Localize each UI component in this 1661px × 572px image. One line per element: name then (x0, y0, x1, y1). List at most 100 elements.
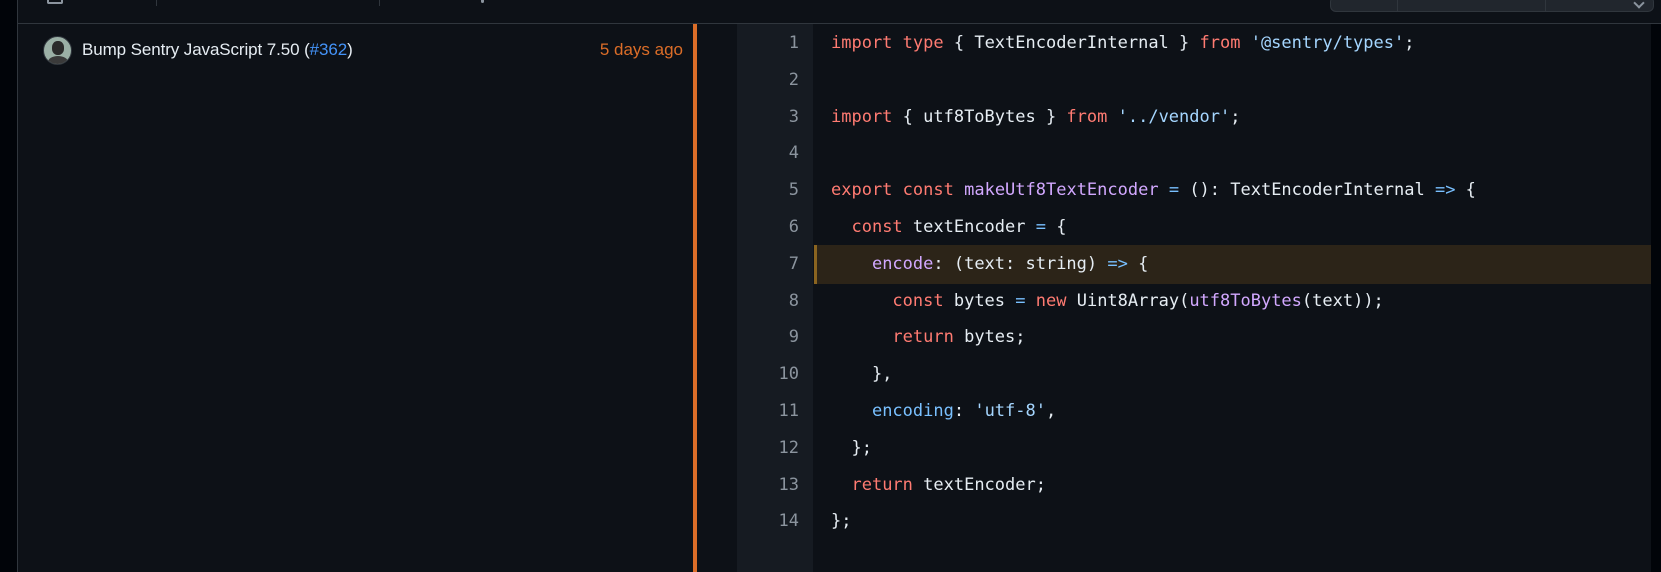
code-line-content: }; (814, 429, 1651, 468)
code-line: 1 import type { TextEncoderInternal } fro… (737, 24, 1651, 63)
code-token: { (1455, 180, 1476, 201)
file-header-bar (17, 0, 1661, 24)
code-token: : (953, 401, 975, 421)
code-line: 2 (737, 61, 1651, 100)
code-line-content: export const makeUtf8TextEncoder = (): T… (814, 171, 1651, 210)
code-line-content: encode: (text: string) => { (814, 244, 1651, 284)
code-token: { utf8ToBytes } (892, 106, 1067, 127)
code-token: const (851, 217, 903, 237)
line-number[interactable]: 3 (737, 98, 799, 137)
commit-message-text: Bump Sentry JavaScript 7.50 ( (82, 40, 310, 59)
code-line: 8 const bytes = new Uint8Array(utf8ToByt… (737, 282, 1651, 321)
code-token: { (1045, 217, 1067, 237)
code-line: 4 (737, 134, 1651, 173)
line-number[interactable]: 6 (737, 208, 799, 247)
code-token: const (892, 290, 944, 311)
code-line-content: const bytes = new Uint8Array(utf8ToBytes… (814, 282, 1651, 321)
chevron-icon[interactable] (481, 0, 484, 3)
code-token: '../vendor' (1117, 106, 1231, 127)
code-token: from (1066, 106, 1108, 127)
code-token: = (1168, 180, 1180, 201)
code-token: ; (1230, 106, 1241, 127)
line-number[interactable]: 14 (737, 502, 799, 541)
code-token: encoding (871, 401, 954, 421)
code-token: import (831, 106, 893, 127)
code-line-content: }; (814, 502, 1651, 541)
line-number[interactable]: 10 (737, 355, 799, 394)
code-token: { TextEncoderInternal } (943, 33, 1200, 53)
code-token: '@sentry/types' (1250, 33, 1405, 53)
code-line: 9 return bytes; (737, 318, 1651, 357)
line-number[interactable]: 1 (737, 24, 799, 63)
code-token: (text)); (1301, 290, 1384, 311)
blame-view: Bump Sentry JavaScript 7.50 (#362) 5 day… (0, 0, 1661, 572)
code-line-content: return bytes; (814, 318, 1651, 357)
avatar-body (48, 56, 68, 64)
commit-message-suffix: ) (347, 40, 353, 59)
code-line-content: import type { TextEncoderInternal } from… (814, 24, 1651, 63)
code-token: => (1107, 253, 1128, 274)
code-token: textEncoder; (912, 474, 1046, 495)
code-token: encode (871, 253, 934, 274)
code-token: { (1127, 253, 1149, 274)
line-number[interactable]: 12 (737, 429, 799, 468)
code-line: 6 const textEncoder = { (737, 208, 1651, 247)
header-divider (379, 0, 380, 6)
line-number[interactable]: 8 (737, 282, 799, 321)
file-actions-button-group[interactable] (1330, 0, 1654, 12)
code-line: 10 }, (737, 355, 1651, 394)
header-divider (156, 0, 157, 6)
code-token: import (831, 33, 893, 53)
code-line: 5 export const makeUtf8TextEncoder = (): … (737, 171, 1651, 210)
code-token: textEncoder (902, 217, 1036, 237)
blame-gap (697, 24, 737, 572)
code-line-content: encoding: 'utf-8', (814, 392, 1651, 431)
code-token: export (831, 180, 893, 201)
file-icon[interactable] (47, 0, 63, 4)
code-token: utf8ToBytes (1189, 290, 1302, 311)
code-token: = (1035, 217, 1046, 237)
button-divider (1397, 0, 1398, 11)
code-token: : (text: string) (933, 253, 1108, 274)
code-line: 12 }; (737, 429, 1651, 468)
code-token: (): TextEncoderInternal (1179, 180, 1435, 201)
line-number[interactable]: 11 (737, 392, 799, 431)
line-number[interactable]: 5 (737, 171, 799, 210)
avatar[interactable] (43, 36, 72, 65)
code-line-content (814, 61, 1651, 100)
line-number[interactable]: 4 (737, 134, 799, 173)
code-line-content: }, (814, 355, 1651, 394)
code-token: new (1035, 290, 1067, 311)
line-number[interactable]: 9 (737, 318, 799, 357)
commit-message-link[interactable]: Bump Sentry JavaScript 7.50 (#362) (82, 40, 353, 60)
code-line-content: import { utf8ToBytes } from '../vendor'; (814, 98, 1651, 137)
code-token: bytes (943, 290, 1016, 311)
code-token: }; (831, 437, 872, 458)
code-token: type (902, 33, 944, 53)
blame-commit-entry[interactable]: Bump Sentry JavaScript 7.50 (#362) 5 day… (43, 30, 683, 65)
code-token: 'utf-8' (974, 401, 1046, 421)
code-token: from (1199, 33, 1241, 53)
avatar-face (52, 41, 64, 55)
chevron-down-icon[interactable] (1633, 0, 1645, 9)
code-token: = (1015, 290, 1026, 311)
code-line: 3 import { utf8ToBytes } from '../vendor'… (737, 98, 1651, 137)
line-number[interactable]: 2 (737, 61, 799, 100)
code-token: return (892, 327, 954, 348)
code-token: const (902, 180, 954, 201)
line-number[interactable]: 7 (737, 245, 799, 284)
line-number[interactable]: 13 (737, 466, 799, 505)
pull-request-link[interactable]: #362 (310, 40, 348, 59)
